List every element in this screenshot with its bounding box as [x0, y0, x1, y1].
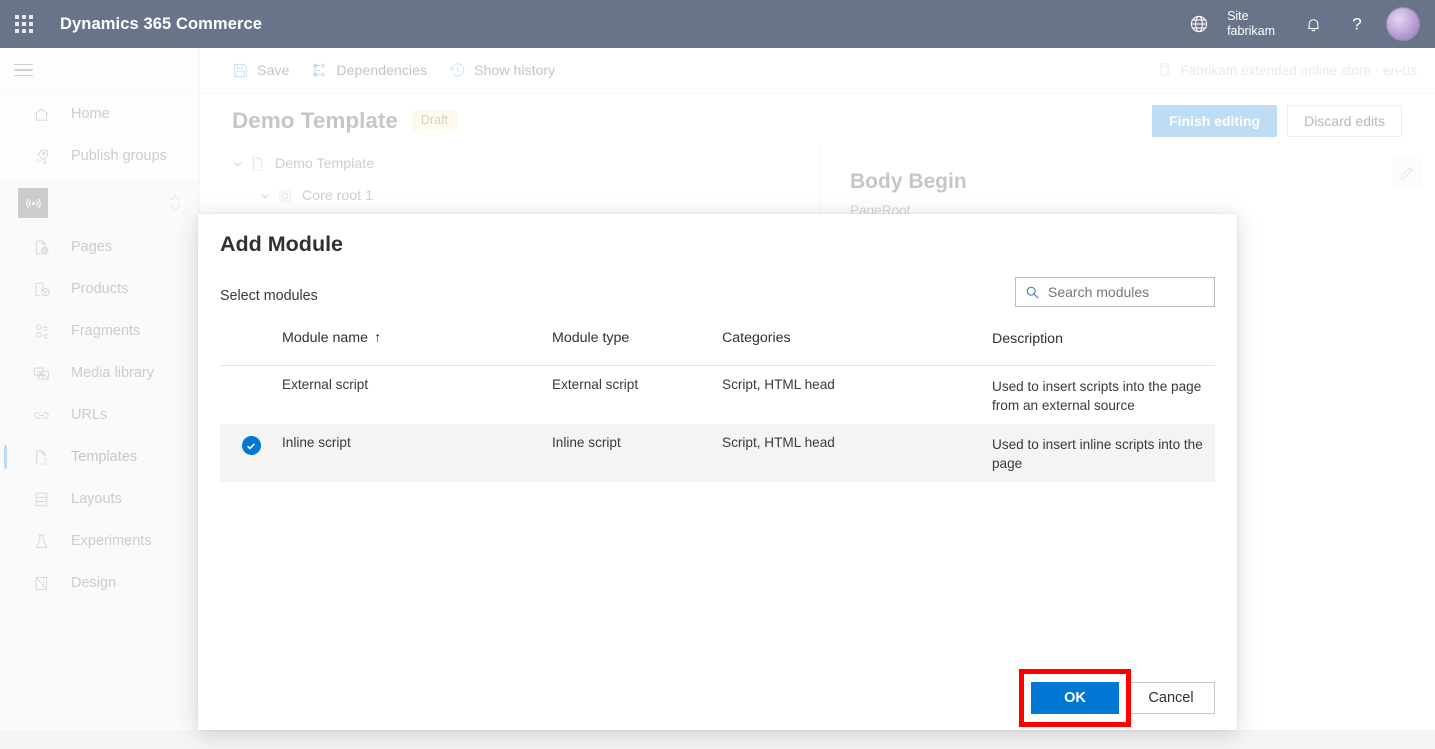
cell-categories: Script, HTML head: [722, 435, 992, 450]
row-checkbox[interactable]: [220, 435, 282, 455]
app-root: Dynamics 365 Commerce Site fabrikam: [0, 0, 1435, 749]
column-header-description[interactable]: Description: [992, 330, 1215, 349]
checkmark-icon: [242, 436, 261, 455]
search-input[interactable]: [1048, 284, 1198, 300]
column-header-module-name[interactable]: Module name ↑: [282, 330, 552, 346]
svg-text:?: ?: [1352, 15, 1361, 34]
table-header-row: Module name ↑ Module type Categories Desc…: [220, 330, 1215, 366]
cell-module-name: External script: [282, 377, 552, 392]
search-icon: [1025, 285, 1040, 300]
cell-module-name: Inline script: [282, 435, 552, 450]
dialog-subtitle: Select modules: [220, 288, 318, 304]
row-checkbox[interactable]: [220, 377, 282, 378]
cell-description: Used to insert scripts into the page fro…: [992, 377, 1215, 415]
cell-description: Used to insert inline scripts into the p…: [992, 435, 1215, 473]
globe-icon[interactable]: [1177, 0, 1221, 48]
suite-title: Dynamics 365 Commerce: [60, 15, 262, 34]
cell-module-type: External script: [552, 377, 722, 392]
column-header-module-type[interactable]: Module type: [552, 330, 722, 346]
column-header-categories[interactable]: Categories: [722, 330, 992, 346]
add-module-dialog: Add Module Select modules Module name ↑ M…: [198, 214, 1237, 730]
sort-ascending-icon: ↑: [374, 330, 381, 346]
question-mark-icon[interactable]: ?: [1335, 0, 1379, 48]
bell-icon[interactable]: [1291, 0, 1335, 48]
avatar[interactable]: [1387, 8, 1419, 40]
select-all-column: [220, 330, 282, 331]
search-modules-box[interactable]: [1015, 277, 1215, 307]
module-list-table: Module name ↑ Module type Categories Desc…: [220, 330, 1215, 482]
ok-button-wrapper: OK: [1031, 682, 1119, 714]
dialog-title: Add Module: [220, 232, 343, 257]
dialog-footer: OK Cancel: [1031, 682, 1215, 714]
site-selector-label: Site: [1227, 9, 1275, 24]
suite-header-actions: Site fabrikam ?: [1177, 0, 1435, 48]
site-selector-value: fabrikam: [1227, 24, 1275, 39]
table-row[interactable]: External script External script Script, …: [220, 366, 1215, 424]
site-selector[interactable]: Site fabrikam: [1221, 0, 1291, 48]
column-header-label: Module name: [282, 330, 368, 346]
cancel-button[interactable]: Cancel: [1127, 682, 1215, 714]
cell-module-type: Inline script: [552, 435, 722, 450]
ok-button[interactable]: OK: [1031, 682, 1119, 714]
table-row[interactable]: Inline script Inline script Script, HTML…: [220, 424, 1215, 482]
app-launcher-icon[interactable]: [0, 0, 48, 48]
cell-categories: Script, HTML head: [722, 377, 992, 392]
suite-header: Dynamics 365 Commerce Site fabrikam: [0, 0, 1435, 48]
